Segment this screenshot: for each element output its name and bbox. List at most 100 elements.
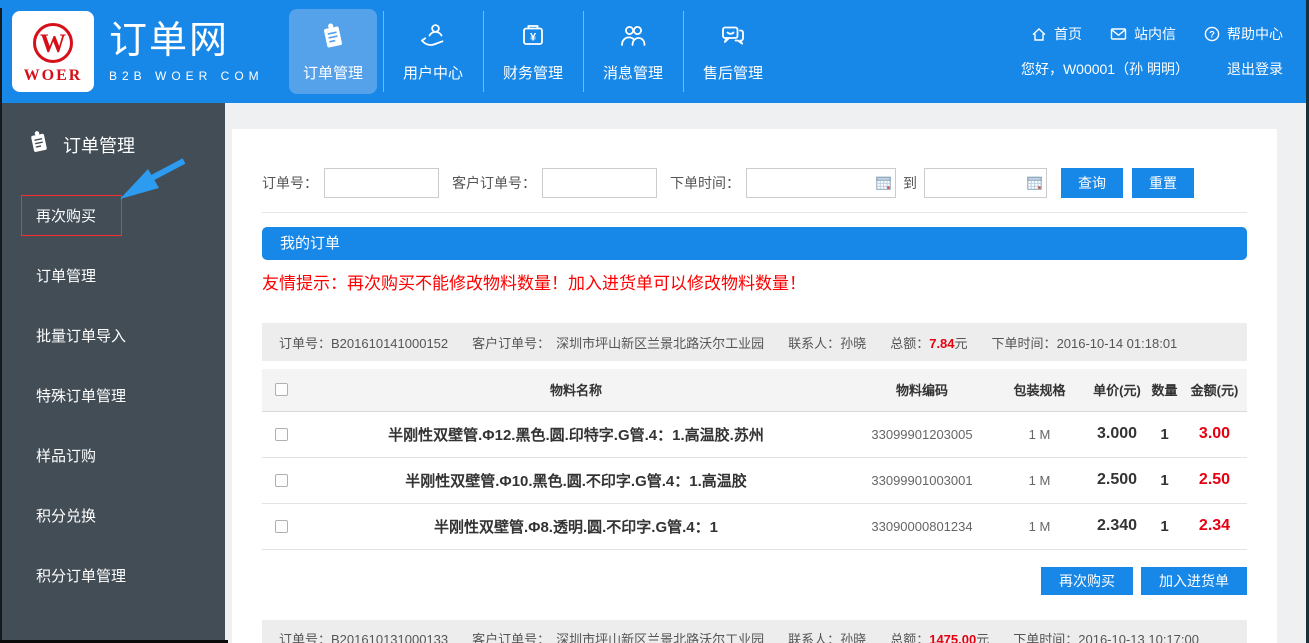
- sidebar-item-special-order-management[interactable]: 特殊订单管理: [0, 365, 225, 425]
- col-package-spec: 包装规格: [992, 369, 1087, 411]
- sidebar-item-label: 积分兑换: [36, 505, 96, 526]
- user-greeting: 您好，W00001（孙 明明）: [1021, 59, 1189, 79]
- customer-address: 深圳市坪山新区兰景北路沃尔工业园: [556, 336, 764, 351]
- calendar-icon[interactable]: [876, 176, 891, 190]
- unit-price: 2.500: [1087, 457, 1147, 503]
- col-amount: 金额(元): [1182, 369, 1247, 411]
- buy-again-button[interactable]: 再次购买: [1041, 567, 1133, 595]
- window-left-edge: [0, 8, 2, 643]
- total-label: 总额：: [890, 632, 929, 643]
- help-link-label: 帮助中心: [1227, 24, 1283, 44]
- sidebar-item-label: 积分订单管理: [36, 565, 126, 586]
- order-items-table: 物料名称 物料编码 包装规格 单价(元) 数量 金额(元) 半刚性双壁管.Φ12…: [262, 369, 1247, 550]
- nav-item-order-management[interactable]: 订单管理: [283, 0, 383, 103]
- nav-label: 售后管理: [703, 62, 763, 83]
- nav-label: 用户中心: [403, 62, 463, 83]
- divider: [262, 212, 1247, 213]
- sidebar-item-sample-order[interactable]: 样品订购: [0, 425, 225, 485]
- my-orders-section-bar: 我的订单: [262, 227, 1247, 260]
- inbox-link-label: 站内信: [1134, 24, 1176, 44]
- table-row: 半刚性双壁管.Φ10.黑色.圆.不印字.G管.4：1.高温胶 330999010…: [262, 457, 1247, 503]
- select-all-checkbox[interactable]: [275, 383, 288, 396]
- site-title: 订单网: [109, 20, 264, 62]
- sidebar-item-points-order-management[interactable]: 积分订单管理: [0, 545, 225, 605]
- sidebar-item-label: 样品订购: [36, 445, 96, 466]
- date-to-label: 到: [903, 173, 917, 193]
- table-row: 半刚性双壁管.Φ8.透明.圆.不印字.G管.4：1 33090000801234…: [262, 503, 1247, 549]
- sidebar-title-label: 订单管理: [63, 132, 135, 158]
- date-from-input[interactable]: [746, 168, 896, 198]
- customer-order-no-input[interactable]: [542, 168, 657, 198]
- total-unit: 元: [955, 336, 968, 351]
- order-actions: 再次购买 加入进货单: [262, 567, 1247, 595]
- sidebar-item-batch-order-import[interactable]: 批量订单导入: [0, 305, 225, 365]
- aftersale-icon: [718, 21, 748, 56]
- row-checkbox[interactable]: [275, 520, 288, 533]
- material-code: 33090000801234: [852, 503, 992, 549]
- row-checkbox[interactable]: [275, 474, 288, 487]
- unit-price: 3.000: [1087, 411, 1147, 457]
- pointer-arrow-icon: [118, 156, 190, 202]
- order-no-value: B201610131000133: [331, 632, 448, 643]
- logo-letter: W: [40, 29, 66, 58]
- nav-item-finance-management[interactable]: ¥ 财务管理: [483, 0, 583, 103]
- order-management-page: W WOER 订单网 B2B WOER COM: [0, 0, 1309, 643]
- sidebar-item-order-management[interactable]: 订单管理: [0, 245, 225, 305]
- help-link[interactable]: ? 帮助中心: [1204, 24, 1283, 44]
- quantity: 1: [1147, 411, 1182, 457]
- package-spec: 1 M: [992, 457, 1087, 503]
- order-time-label: 下单时间：: [670, 173, 740, 193]
- home-icon: [1031, 27, 1047, 42]
- woer-logo: W WOER 订单网 B2B WOER COM: [12, 11, 264, 92]
- quantity: 1: [1147, 457, 1182, 503]
- calendar-icon[interactable]: [1027, 176, 1042, 190]
- nav-label: 订单管理: [303, 62, 363, 83]
- order-icon: [26, 129, 52, 160]
- inbox-link[interactable]: 站内信: [1110, 24, 1176, 44]
- material-code: 33099901203005: [852, 411, 992, 457]
- home-link[interactable]: 首页: [1031, 24, 1082, 44]
- contact-label: 联系人：: [788, 632, 840, 643]
- col-material-name: 物料名称: [300, 369, 852, 411]
- contact-value: 孙晓: [840, 336, 866, 351]
- customer-address: 深圳市坪山新区兰景北路沃尔工业园: [556, 632, 764, 643]
- reset-button[interactable]: 重置: [1132, 168, 1194, 198]
- message-icon: [618, 21, 648, 56]
- order-time-label: 下单时间：: [1013, 632, 1078, 643]
- row-checkbox[interactable]: [275, 428, 288, 441]
- sidebar: 订单管理 再次购买 订单管理 批量订单导入 特殊订单管理 样品订购 积分兑换: [0, 103, 225, 643]
- add-to-cart-button[interactable]: 加入进货单: [1141, 567, 1247, 595]
- material-code: 33099901003001: [852, 457, 992, 503]
- sidebar-item-points-exchange[interactable]: 积分兑换: [0, 485, 225, 545]
- order-time-value: 2016-10-13 10:17:00: [1078, 632, 1199, 643]
- woer-logo-badge: W WOER: [12, 11, 94, 92]
- material-name: 半刚性双壁管.Φ8.透明.圆.不印字.G管.4：1: [300, 503, 852, 549]
- nav-item-aftersale-management[interactable]: 售后管理: [683, 0, 783, 103]
- order-search-form: 订单号： 客户订单号： 下单时间： 到: [262, 168, 1247, 198]
- total-value: 7.84: [929, 336, 954, 351]
- sidebar-menu: 再次购买 订单管理 批量订单导入 特殊订单管理 样品订购 积分兑换 积分订单管理: [0, 185, 225, 605]
- order-no-label: 订单号：: [262, 173, 318, 193]
- contact-value: 孙晓: [840, 632, 866, 643]
- order-no-input[interactable]: [324, 168, 439, 198]
- order-meta-bar: 订单号：B201610141000152 客户订单号：深圳市坪山新区兰景北路沃尔…: [262, 323, 1247, 361]
- nav-item-user-center[interactable]: 用户中心: [383, 0, 483, 103]
- amount: 2.34: [1182, 503, 1247, 549]
- package-spec: 1 M: [992, 411, 1087, 457]
- svg-text:¥: ¥: [530, 31, 537, 43]
- customer-no-label: 客户订单号：: [472, 632, 550, 643]
- sidebar-item-label: 再次购买: [21, 195, 122, 236]
- nav-item-message-management[interactable]: 消息管理: [583, 0, 683, 103]
- query-button[interactable]: 查询: [1061, 168, 1123, 198]
- col-unit-price: 单价(元): [1087, 369, 1147, 411]
- order-time-label: 下单时间：: [992, 336, 1057, 351]
- quantity: 1: [1147, 503, 1182, 549]
- amount: 3.00: [1182, 411, 1247, 457]
- logo-brand-text: WOER: [24, 67, 83, 85]
- order-time-value: 2016-10-14 01:18:01: [1057, 336, 1178, 351]
- material-name: 半刚性双壁管.Φ10.黑色.圆.不印字.G管.4：1.高温胶: [300, 457, 852, 503]
- amount: 2.50: [1182, 457, 1247, 503]
- nav-label: 消息管理: [603, 62, 663, 83]
- logout-link[interactable]: 退出登录: [1227, 59, 1283, 79]
- sidebar-item-buy-again[interactable]: 再次购买: [0, 185, 225, 245]
